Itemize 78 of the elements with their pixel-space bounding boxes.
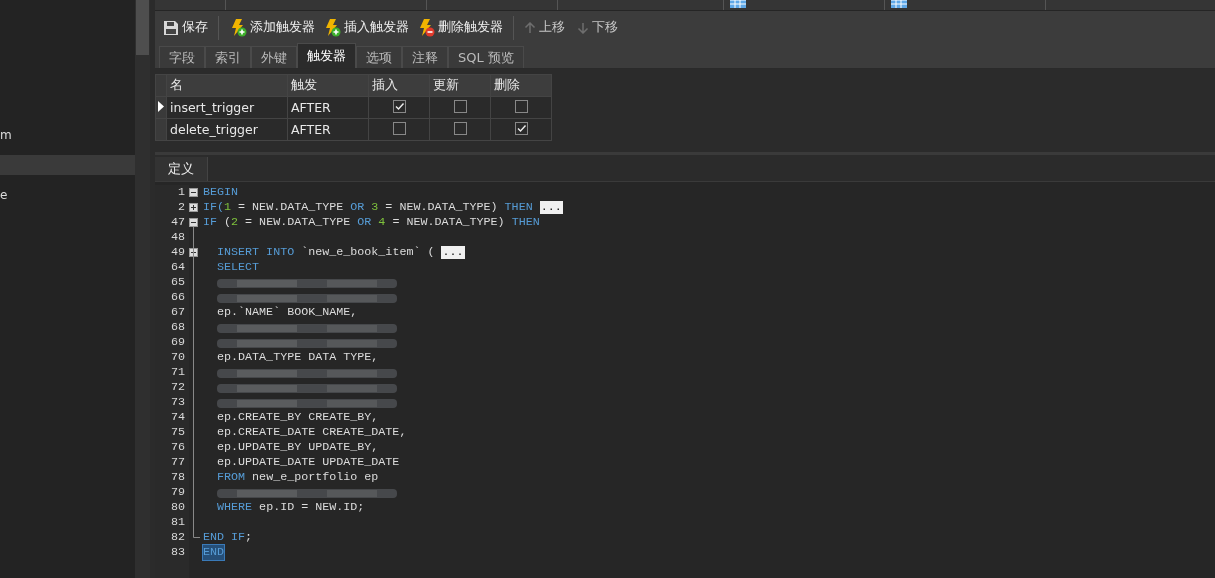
column-header: 更新 (429, 74, 491, 97)
lightning-plus-icon (229, 18, 247, 37)
line-number: 73 (169, 395, 186, 410)
column-header: 删除 (490, 74, 552, 97)
checkbox[interactable] (453, 121, 467, 135)
code-line: ep.CREATE_BY CREATE_BY, (216, 410, 379, 425)
line-number: 79 (169, 485, 186, 500)
line-number: 47 (169, 215, 186, 230)
sidebar-item[interactable]: m (0, 125, 135, 145)
collapsed-code-marker[interactable]: ... (441, 246, 465, 259)
tab[interactable]: 字段 (159, 46, 205, 68)
fold-plus-icon[interactable] (189, 248, 198, 257)
code-line: ep.CREATE_DATE CREATE_DATE, (216, 425, 407, 440)
code-line: ep.`NAME` BOOK_NAME, (216, 305, 358, 320)
checkbox[interactable] (392, 99, 406, 113)
tab[interactable]: 索引 (205, 46, 251, 68)
save-icon (163, 19, 179, 36)
arrow-up-icon (524, 21, 536, 34)
line-number: 77 (169, 455, 186, 470)
code-line: SELECT (216, 260, 260, 275)
tab[interactable]: SQL 预览 (448, 46, 524, 68)
checkbox[interactable] (514, 121, 528, 135)
line-number: 81 (169, 515, 186, 530)
scrollbar-thumb[interactable] (136, 0, 149, 55)
line-number: 75 (169, 425, 186, 440)
delete-trigger-button[interactable]: 删除触发器 (413, 14, 507, 41)
fold-minus-icon[interactable] (189, 188, 198, 197)
definition-tab[interactable]: 定义 (155, 157, 208, 181)
line-number: 80 (169, 500, 186, 515)
checkbox[interactable] (392, 121, 406, 135)
tab[interactable]: 选项 (356, 46, 402, 68)
line-number: 78 (169, 470, 186, 485)
line-number: 83 (169, 545, 186, 560)
line-number: 49 (169, 245, 186, 260)
column-header: 触发 (287, 74, 369, 97)
add-trigger-button[interactable]: 插入触发器 (319, 14, 413, 41)
line-number: 72 (169, 380, 186, 395)
line-number: 48 (169, 230, 186, 245)
line-number: 74 (169, 410, 186, 425)
column-header: 名 (166, 74, 288, 97)
code-line: IF(1 = NEW.DATA_TYPE OR 3 = NEW.DATA_TYPE) THEN (203, 200, 533, 215)
line-number: 68 (169, 320, 186, 335)
code-line: ep.UPDATE_DATE UPDATE_DATE (216, 455, 400, 470)
line-number: 76 (169, 440, 186, 455)
column-header: 插入 (368, 74, 430, 97)
line-number: 71 (169, 365, 186, 380)
tab[interactable]: 注释 (402, 46, 448, 68)
scrollbar[interactable] (135, 0, 150, 578)
code-line: ep.DATA_TYPE DATA TYPE, (216, 350, 379, 365)
sidebar-item[interactable]: e (0, 185, 135, 205)
arrow-down-icon (577, 21, 589, 34)
tab[interactable]: 触发器 (297, 43, 356, 68)
tab[interactable]: 外键 (251, 46, 297, 68)
lightning-plus-icon (323, 18, 341, 37)
line-number: 66 (169, 290, 186, 305)
fold-plus-icon[interactable] (189, 203, 198, 212)
add-trigger-button[interactable]: 添加触发器 (225, 14, 319, 41)
line-number: 1 (177, 185, 186, 200)
code-line: FROM new_e_portfolio ep (216, 470, 379, 485)
checkbox[interactable] (514, 99, 528, 113)
line-number: 2 (177, 200, 186, 215)
code-line: BEGIN (203, 185, 239, 200)
line-number: 70 (169, 350, 186, 365)
code-line: INSERT INTO `new_e_book_item` ( (216, 245, 435, 260)
save-button[interactable]: 保存 (159, 14, 212, 41)
code-line: ep.UPDATE_BY UPDATE_BY, (216, 440, 379, 455)
lightning-minus-icon (417, 18, 435, 37)
collapsed-code-marker[interactable]: ... (539, 201, 563, 214)
code-line: IF (2 = NEW.DATA_TYPE OR 4 = NEW.DATA_TYPE) THEN (203, 215, 540, 230)
code-line: END IF; (203, 530, 253, 545)
line-number: 65 (169, 275, 186, 290)
line-number: 67 (169, 305, 186, 320)
fold-minus-icon[interactable] (189, 218, 198, 227)
code-line: WHERE ep.ID = NEW.ID; (216, 500, 365, 515)
line-number: 82 (169, 530, 186, 545)
checkbox[interactable] (453, 99, 467, 113)
line-number: 69 (169, 335, 186, 350)
line-number: 64 (169, 260, 186, 275)
